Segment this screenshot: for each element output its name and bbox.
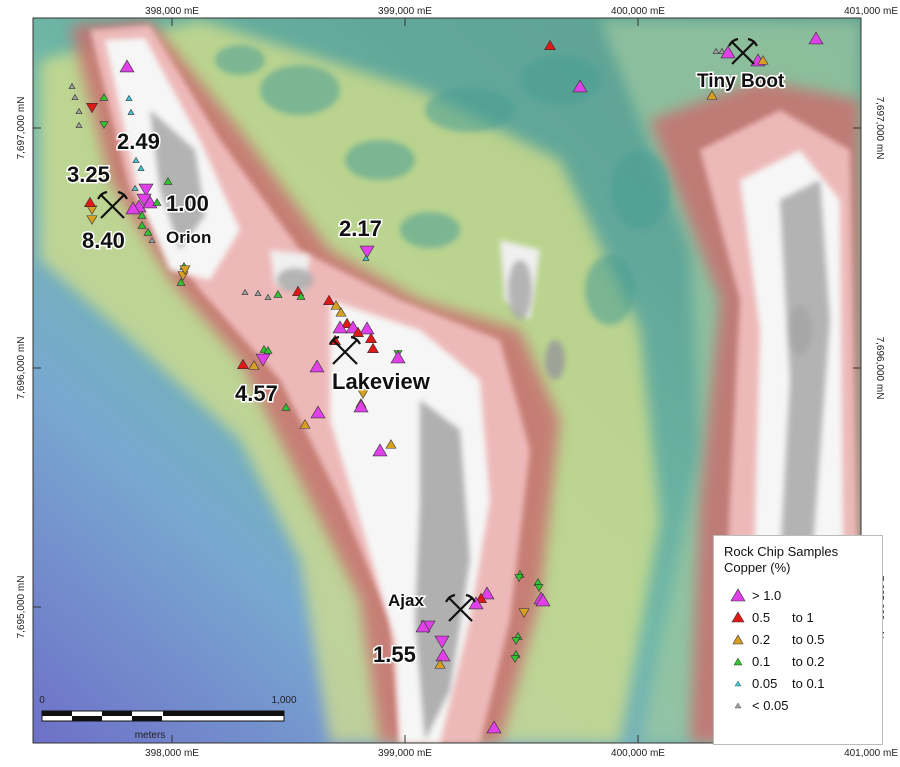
legend-class-label: < 0.05 <box>752 697 789 713</box>
triangle-icon <box>724 610 752 624</box>
right-tick-label: 7,697,000 mN <box>874 97 885 160</box>
bottom-tick-label: 398,000 mE <box>145 748 199 759</box>
triangle-icon <box>724 676 752 690</box>
grade-label: 1.00 <box>166 191 209 216</box>
legend-class-range: to 0.2 <box>792 653 825 669</box>
deposit-label-tiny-boot: Tiny Boot <box>697 71 785 92</box>
grade-label: 8.40 <box>82 228 125 253</box>
scale-end-label: 1,000 <box>271 695 296 706</box>
grade-label: 1.55 <box>373 642 416 667</box>
left-tick-label: 7,697,000 mN <box>16 97 27 160</box>
legend-subtitle: Copper (%) <box>724 560 791 575</box>
legend-class-label: 0.05 <box>752 675 778 691</box>
legend-class-label: 0.5 <box>752 609 771 625</box>
legend-title: Rock Chip Samples <box>724 544 839 559</box>
grade-label: 2.17 <box>339 216 382 241</box>
scale-unit-label: meters <box>135 730 166 741</box>
legend-row: 0.1 to 0.2 <box>724 650 872 672</box>
legend-class-range: to 1 <box>792 609 814 625</box>
top-tick-label: 401,000 mE <box>844 6 898 17</box>
grade-label: 3.25 <box>67 162 110 187</box>
left-tick-label: 7,696,000 mN <box>16 337 27 400</box>
legend-class-range: to 0.5 <box>792 631 825 647</box>
legend-row: 0.2 to 0.5 <box>724 628 872 650</box>
legend-class-label: 0.2 <box>752 631 771 647</box>
scale-bar <box>41 710 285 722</box>
scale-start-label: 0 <box>39 695 45 706</box>
legend-class-label: > 1.0 <box>752 587 782 603</box>
left-tick-label: 7,695,000 mN <box>16 576 27 639</box>
right-tick-label: 7,696,000 mN <box>874 337 885 400</box>
triangle-icon <box>724 654 752 668</box>
top-tick-label: 398,000 mE <box>145 6 199 17</box>
bottom-tick-label: 400,000 mE <box>611 748 665 759</box>
deposit-label-lakeview: Lakeview <box>332 369 431 394</box>
deposit-label-orion: Orion <box>166 228 211 247</box>
legend: Rock Chip Samples Copper (%) > 1.0 0.5 to… <box>713 535 883 745</box>
top-tick-label: 400,000 mE <box>611 6 665 17</box>
triangle-icon <box>724 698 752 712</box>
legend-class-range: to 0.1 <box>792 675 825 691</box>
triangle-icon <box>724 588 752 602</box>
bottom-tick-label: 401,000 mE <box>844 748 898 759</box>
bottom-tick-label: 399,000 mE <box>378 748 432 759</box>
grade-label: 4.57 <box>235 381 278 406</box>
triangle-icon <box>724 632 752 646</box>
legend-row: 0.5 to 1 <box>724 606 872 628</box>
top-tick-label: 399,000 mE <box>378 6 432 17</box>
grade-label: 2.49 <box>117 129 160 154</box>
legend-row: > 1.0 <box>724 584 872 606</box>
legend-row: 0.05 to 0.1 <box>724 672 872 694</box>
legend-class-label: 0.1 <box>752 653 771 669</box>
deposit-label-ajax: Ajax <box>388 591 424 610</box>
legend-row: < 0.05 <box>724 694 872 716</box>
